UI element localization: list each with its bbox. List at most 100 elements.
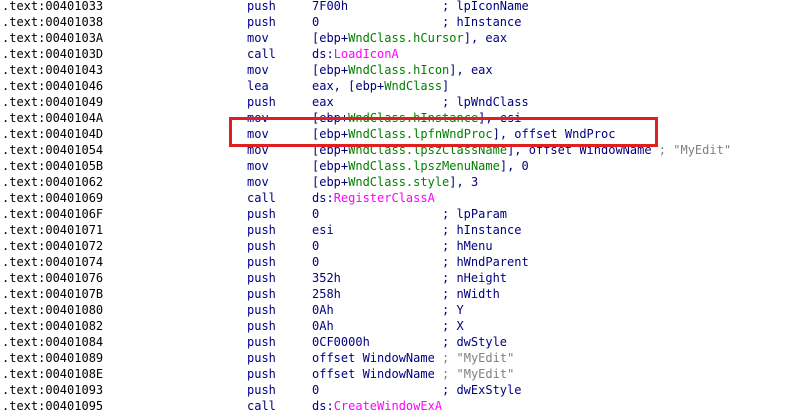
mnemonic: call	[247, 191, 276, 205]
struct-field[interactable]: .hIcon	[406, 63, 449, 77]
operands: 0	[312, 238, 319, 254]
string-comment: ; "MyEdit"	[442, 351, 515, 365]
struct-field[interactable]: WndClass	[348, 63, 406, 77]
code-line[interactable]: .text:00401071 push esi ; hInstance	[0, 222, 792, 238]
struct-field[interactable]: WndClass	[348, 143, 406, 157]
code-line[interactable]: .text:00401043 mov [ebp+WndClass.hIcon], e…	[0, 62, 792, 78]
api-name[interactable]: LoadIconA	[334, 47, 399, 61]
comment: ; hMenu	[442, 239, 493, 253]
line-address: .text:00401080	[2, 303, 104, 317]
operands: offset WindowName ; "MyEdit"	[312, 350, 514, 366]
struct-field[interactable]: .hCursor	[406, 31, 464, 45]
comment: ; dwExStyle	[442, 383, 522, 397]
line-address: .text:00401043	[2, 63, 104, 77]
operands: ds:LoadIconA	[312, 46, 399, 62]
code-line[interactable]: .text:00401033 push 7F00h ; lpIconName	[0, 0, 792, 14]
line-address: .text:00401062	[2, 175, 104, 189]
code-line[interactable]: .text:0040103D call ds:LoadIconA	[0, 46, 792, 62]
code-line[interactable]: .text:00401089 push offset WindowName ; "M…	[0, 350, 792, 366]
struct-field[interactable]: .hInstance	[406, 111, 478, 125]
code-line[interactable]: .text:00401093 push 0 ; dwExStyle	[0, 382, 792, 398]
operand-text: 0CF0000h	[312, 335, 370, 349]
code-line[interactable]: .text:00401049 push eax ; lpWndClass	[0, 94, 792, 110]
code-line[interactable]: .text:00401038 push 0 ; hInstance	[0, 14, 792, 30]
struct-field[interactable]: WndClass	[348, 175, 406, 189]
operands: eax, [ebp+WndClass]	[312, 78, 449, 94]
code-line[interactable]: .text:0040104D mov [ebp+WndClass.lpfnWndPr…	[0, 126, 792, 142]
operand-text: ], eax	[463, 31, 508, 45]
api-name[interactable]: RegisterClassA	[334, 191, 435, 205]
code-line[interactable]: .text:00401074 push 0 ; hWndParent	[0, 254, 792, 270]
line-address: .text:0040103A	[2, 31, 104, 45]
operand-text: 0	[312, 207, 320, 221]
code-line[interactable]: .text:00401076 push 352h ; nHeight	[0, 270, 792, 286]
operands: 0	[312, 382, 319, 398]
operands: 352h	[312, 270, 341, 286]
comment: ; nWidth	[442, 287, 500, 301]
operand-text: [ebp+	[312, 159, 349, 173]
mnemonic: mov	[247, 111, 269, 125]
mnemonic: mov	[247, 127, 269, 141]
struct-field[interactable]: WndClass	[384, 79, 442, 93]
code-line[interactable]: .text:0040106F push 0 ; lpParam	[0, 206, 792, 222]
code-line[interactable]: .text:00401095 call ds:CreateWindowExA	[0, 398, 792, 414]
comment: ; hWndParent	[442, 255, 529, 269]
code-line[interactable]: .text:00401054 mov [ebp+WndClass.lpszClass…	[0, 142, 792, 158]
code-line[interactable]: .text:0040105B mov [ebp+WndClass.lpszMenuN…	[0, 158, 792, 174]
line-address: .text:00401093	[2, 383, 104, 397]
struct-field[interactable]: .lpszMenuName	[406, 159, 500, 173]
operand-text: 352h	[312, 271, 341, 285]
operands: 0Ah	[312, 318, 334, 334]
operands: offset WindowName ; "MyEdit"	[312, 366, 514, 382]
struct-field[interactable]: .lpszClassName	[406, 143, 507, 157]
code-line[interactable]: .text:0040107B push 258h ; nWidth	[0, 286, 792, 302]
operand-text: ], offset WndProc	[492, 127, 616, 141]
line-address: .text:00401095	[2, 399, 104, 413]
mnemonic: push	[247, 287, 276, 301]
mnemonic: mov	[247, 31, 269, 45]
api-name[interactable]: CreateWindowExA	[334, 399, 442, 413]
disassembly-listing: .text:00401033 push 7F00h; lpIconName .text…	[0, 0, 792, 415]
struct-field[interactable]: WndClass	[348, 111, 406, 125]
operand-text: ds:	[312, 191, 334, 205]
mnemonic: push	[247, 223, 276, 237]
comment: ; X	[442, 319, 464, 333]
struct-field[interactable]: WndClass	[348, 159, 406, 173]
code-line[interactable]: .text:0040108E push offset WindowName ; "M…	[0, 366, 792, 382]
operands: [ebp+WndClass.hInstance], esi	[312, 110, 522, 126]
operand-text: ], offset WindowName	[507, 143, 659, 157]
code-line[interactable]: .text:00401069 call ds:RegisterClassA	[0, 190, 792, 206]
operands: esi	[312, 222, 334, 238]
line-address: .text:00401072	[2, 239, 104, 253]
mnemonic: push	[247, 303, 276, 317]
mnemonic: push	[247, 95, 276, 109]
mnemonic: mov	[247, 63, 269, 77]
operand-text: 7F00h	[312, 0, 349, 13]
line-address: .text:00401084	[2, 335, 104, 349]
code-line[interactable]: .text:0040104A mov [ebp+WndClass.hInstance…	[0, 110, 792, 126]
code-line[interactable]: .text:00401062 mov [ebp+WndClass.style], 3	[0, 174, 792, 190]
code-line[interactable]: .text:0040103A mov [ebp+WndClass.hCursor],…	[0, 30, 792, 46]
code-line[interactable]: .text:00401084 push 0CF0000h ; dwStyle	[0, 334, 792, 350]
mnemonic: push	[247, 335, 276, 349]
operands: [ebp+WndClass.style], 3	[312, 174, 478, 190]
struct-field[interactable]: .lpfnWndProc	[406, 127, 493, 141]
operands: 0	[312, 254, 319, 270]
line-address: .text:0040106F	[2, 207, 104, 221]
operand-text: ]	[442, 79, 450, 93]
struct-field[interactable]: WndClass	[348, 31, 406, 45]
line-address: .text:00401071	[2, 223, 104, 237]
mnemonic: push	[247, 15, 276, 29]
code-line[interactable]: .text:00401046 lea eax, [ebp+WndClass]	[0, 78, 792, 94]
operand-text: ], esi	[478, 111, 522, 125]
operand-text: ], 0	[499, 159, 529, 173]
line-address: .text:0040104A	[2, 111, 104, 125]
struct-field[interactable]: .style	[406, 175, 449, 189]
code-line[interactable]: .text:00401080 push 0Ah ; Y	[0, 302, 792, 318]
line-address: .text:00401076	[2, 271, 104, 285]
code-line[interactable]: .text:00401082 push 0Ah ; X	[0, 318, 792, 334]
line-address: .text:00401033	[2, 0, 104, 13]
mnemonic: push	[247, 383, 276, 397]
code-line[interactable]: .text:00401072 push 0 ; hMenu	[0, 238, 792, 254]
struct-field[interactable]: WndClass	[348, 127, 406, 141]
